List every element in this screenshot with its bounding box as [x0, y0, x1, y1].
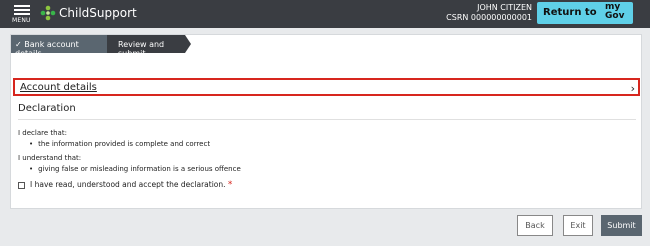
return-to-mygov-button[interactable]: Return to my Gov	[537, 2, 633, 24]
step-label: Bank account details	[15, 40, 79, 58]
declare-item: the information provided is complete and…	[29, 140, 210, 148]
understand-item: giving false or misleading information i…	[29, 165, 241, 173]
check-icon: ✓	[15, 40, 22, 49]
step-review-and-submit: Review and submit	[107, 35, 191, 58]
chevron-right-icon: ›	[630, 82, 635, 95]
brand-name: ChildSupport	[59, 6, 137, 20]
menu-label: MENU	[12, 17, 31, 24]
step-label: Review and submit	[118, 40, 165, 58]
divider	[18, 119, 636, 120]
hamburger-icon	[14, 5, 30, 7]
account-details-link[interactable]: Account details	[20, 82, 97, 93]
required-marker: *	[227, 180, 233, 190]
childsupport-logo-icon	[40, 5, 56, 21]
submit-button[interactable]: Submit	[601, 215, 642, 236]
declaration-heading: Declaration	[18, 103, 76, 114]
user-csrn: CSRN 000000000001	[446, 13, 532, 22]
user-info: JOHN CITIZEN CSRN 000000000001	[446, 3, 532, 23]
accept-declaration-checkbox[interactable]	[18, 182, 25, 189]
exit-button[interactable]: Exit	[563, 215, 593, 236]
step-bank-account-details[interactable]: ✓ Bank account details	[11, 35, 113, 58]
hamburger-icon-bar	[14, 9, 30, 11]
menu-button[interactable]: MENU	[12, 5, 32, 25]
mygov-return-label: Return to	[543, 7, 597, 18]
top-header: MENU ChildSupport JOHN CITIZEN CSRN 0000…	[0, 0, 650, 28]
back-button[interactable]: Back	[517, 215, 553, 236]
declaration-card: ✓ Bank account details Review and submit…	[10, 34, 642, 209]
account-details-row[interactable]: Account details ›	[13, 78, 640, 96]
user-name: JOHN CITIZEN	[477, 3, 532, 12]
accept-declaration-label[interactable]: I have read, understood and accept the d…	[30, 180, 232, 190]
hamburger-icon-bar	[14, 13, 30, 15]
understand-intro: I understand that:	[18, 154, 82, 162]
declare-intro: I declare that:	[18, 129, 67, 137]
checkbox-label-text: I have read, understood and accept the d…	[30, 180, 226, 189]
mygov-logo-gov: Gov	[605, 11, 625, 21]
